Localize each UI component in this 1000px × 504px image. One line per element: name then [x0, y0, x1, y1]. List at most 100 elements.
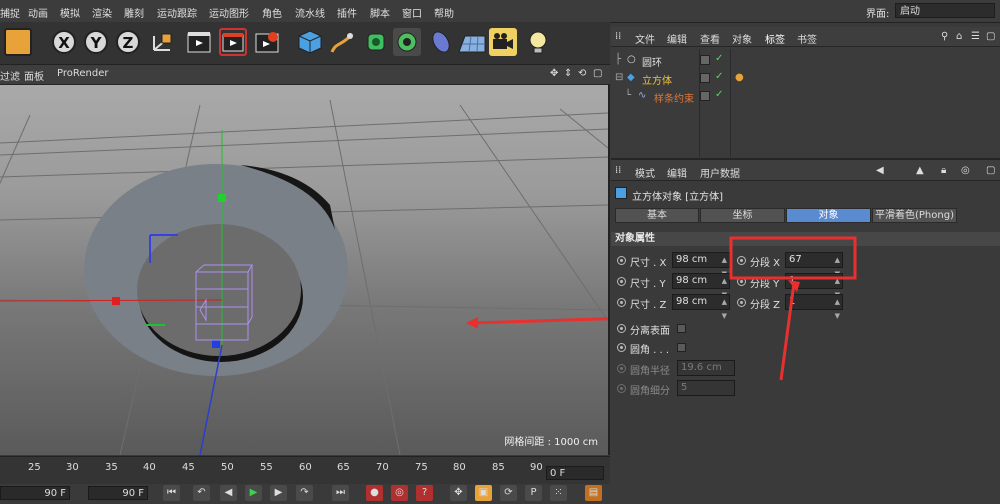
rotation-key-icon[interactable]: ⟳	[500, 485, 517, 501]
timeline-tick: 80	[453, 462, 466, 473]
play-icon[interactable]: ▶	[245, 485, 262, 501]
y-axis-handle[interactable]	[218, 194, 226, 202]
cloner-icon[interactable]	[393, 28, 421, 56]
x-axis-lock-button[interactable]: X	[52, 30, 76, 54]
menu-item-plugins[interactable]: 插件	[337, 5, 357, 20]
timeline-tick: 85	[492, 462, 505, 473]
om-menu-edit[interactable]: 编辑	[667, 31, 687, 46]
preview-start-field[interactable]: 90 F	[0, 486, 70, 500]
position-key-icon[interactable]: ✥	[450, 485, 467, 501]
object-row-spline-constraint[interactable]: └ ∿ 样条约束 ✓	[611, 88, 1000, 105]
layout-label: 界面:	[866, 9, 890, 20]
om-menu-objects[interactable]: 对象	[732, 31, 752, 46]
x-axis-handle[interactable]	[112, 297, 120, 305]
editor-visibility-icon[interactable]	[700, 55, 710, 65]
pen-spline-icon[interactable]	[328, 28, 356, 56]
menu-item-snap[interactable]: 捕捉	[0, 5, 20, 20]
timeline-tick: 60	[299, 462, 312, 473]
om-menu-tags[interactable]: 标签	[765, 31, 785, 46]
maximize-icon[interactable]: ▢	[986, 31, 995, 42]
render-to-picture-viewer-icon[interactable]	[219, 28, 247, 56]
menu-item-simulate[interactable]: 模拟	[60, 5, 80, 20]
menu-item-sculpt[interactable]: 雕刻	[124, 5, 144, 20]
object-row-cube[interactable]: ⊟ ◆ 立方体 ✓ ●	[611, 70, 1000, 87]
next-key-icon[interactable]: ↷	[296, 485, 313, 501]
viewport-zoom-icon[interactable]: ⇕	[564, 68, 572, 79]
parameter-key-icon[interactable]: P	[525, 485, 542, 501]
menu-item-animate[interactable]: 动画	[28, 5, 48, 20]
viewport-menu-prorender[interactable]: ProRender	[57, 68, 108, 79]
enabled-check-icon[interactable]: ✓	[715, 71, 723, 82]
viewport-move-icon[interactable]: ✥	[550, 68, 558, 79]
layout-select[interactable]: 启动	[895, 3, 995, 18]
3d-viewport[interactable]: 网格间距 : 1000 cm	[0, 85, 610, 455]
z-axis-handle[interactable]	[212, 340, 220, 348]
torus-hole	[137, 224, 301, 356]
timeline-ruler[interactable]: 25 30 35 40 45 50 55 60 65 70 75 80 85 9…	[0, 456, 610, 485]
viewport-maximize-icon[interactable]: ▢	[593, 68, 602, 79]
cube-object-icon: ◆	[627, 72, 635, 83]
z-axis-lock-button[interactable]: Z	[116, 30, 140, 54]
y-axis-lock-button[interactable]: Y	[84, 30, 108, 54]
menu-item-help[interactable]: 帮助	[434, 5, 454, 20]
annotation-arrowhead-left	[466, 317, 478, 329]
scale-key-icon[interactable]: ▣	[475, 485, 492, 501]
grip-icon: ⁞⁞	[615, 31, 622, 42]
menu-item-pipeline[interactable]: 流水线	[295, 5, 325, 20]
floor-plane-icon[interactable]	[457, 28, 486, 56]
timeline-tick: 65	[337, 462, 350, 473]
previous-frame-icon[interactable]: ◀	[220, 485, 237, 501]
grid-spacing-label: 网格间距 : 1000 cm	[504, 437, 598, 448]
menu-item-window[interactable]: 窗口	[402, 5, 422, 20]
timeline-tick: 30	[66, 462, 79, 473]
subdivision-surface-icon[interactable]	[362, 28, 390, 56]
om-menu-bookmarks[interactable]: 书签	[797, 31, 817, 46]
go-to-end-icon[interactable]: ⏭	[332, 485, 349, 501]
menu-item-mograph[interactable]: 运动图形	[209, 5, 249, 20]
search-icon[interactable]: ⚲	[941, 31, 948, 42]
render-settings-icon[interactable]	[253, 28, 281, 56]
editor-visibility-icon[interactable]	[700, 73, 710, 83]
tag-icon[interactable]: ●	[735, 72, 744, 83]
viewport-rotate-icon[interactable]: ⟲	[578, 68, 586, 79]
go-to-start-icon[interactable]: ⏮	[163, 485, 180, 501]
home-icon[interactable]: ⌂	[956, 31, 962, 42]
annotation-arrow-up	[779, 282, 796, 381]
cube-object-icon[interactable]	[296, 28, 324, 56]
object-name[interactable]: 立方体	[642, 72, 672, 87]
deformer-icon[interactable]	[427, 28, 455, 56]
previous-key-icon[interactable]: ↶	[193, 485, 210, 501]
viewport-menu-panel[interactable]: 面板	[24, 68, 44, 83]
keyframe-selection-icon[interactable]: ?	[416, 485, 433, 501]
pla-key-icon[interactable]: ⁙	[550, 485, 567, 501]
object-row-torus[interactable]: ├ ○ 圆环 ✓	[611, 52, 1000, 69]
menu-item-character[interactable]: 角色	[262, 5, 282, 20]
om-menu-view[interactable]: 查看	[700, 31, 720, 46]
object-manager: ⁞⁞ 文件 编辑 查看 对象 标签 书签 ⚲ ⌂ ☰ ▢ ├ ○ 圆环 ✓ ⊟ …	[611, 27, 1000, 157]
object-name[interactable]: 圆环	[642, 54, 662, 69]
coordinate-system-icon[interactable]	[148, 28, 176, 56]
timeline-tick: 75	[415, 462, 428, 473]
timeline-window-icon[interactable]: ▤	[585, 485, 602, 501]
menu-item-script[interactable]: 脚本	[370, 5, 390, 20]
camera-icon[interactable]	[489, 28, 517, 56]
light-icon[interactable]	[524, 28, 552, 56]
om-menu-file[interactable]: 文件	[635, 31, 655, 46]
render-view-icon[interactable]	[185, 28, 213, 56]
viewport-menu-filter[interactable]: 过滤	[0, 68, 20, 83]
current-frame-field[interactable]: 0 F	[546, 466, 604, 480]
menu-item-render[interactable]: 渲染	[92, 5, 112, 20]
filter-icon[interactable]: ☰	[971, 31, 980, 42]
tree-expand-icon[interactable]: ⊟	[615, 72, 623, 83]
object-name[interactable]: 样条约束	[654, 90, 694, 105]
model-mode-icon[interactable]	[4, 28, 32, 56]
autokey-icon[interactable]: ◎	[391, 485, 408, 501]
editor-visibility-icon[interactable]	[700, 91, 710, 101]
enabled-check-icon[interactable]: ✓	[715, 89, 723, 100]
record-keys-icon[interactable]: ●	[366, 485, 383, 501]
next-frame-icon[interactable]: ▶	[270, 485, 287, 501]
enabled-check-icon[interactable]: ✓	[715, 53, 723, 64]
menu-bar: 捕捉 动画 模拟 渲染 雕刻 运动跟踪 运动图形 角色 流水线 插件 脚本 窗口…	[0, 0, 1000, 23]
menu-item-motion-tracking[interactable]: 运动跟踪	[157, 5, 197, 20]
preview-end-field[interactable]: 90 F	[88, 486, 148, 500]
